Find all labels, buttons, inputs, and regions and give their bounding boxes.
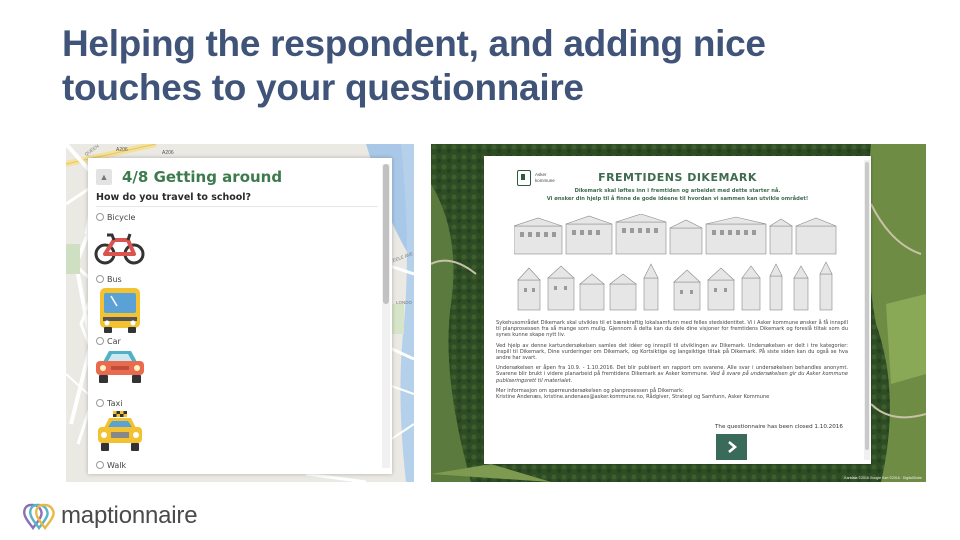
scrollbar-thumb[interactable] [383, 164, 389, 304]
radio-button[interactable] [96, 337, 104, 345]
option-bus[interactable]: Bus [96, 272, 122, 286]
divider [96, 206, 378, 207]
section-title: 4/8 Getting around [122, 168, 283, 186]
option-bicycle[interactable]: Bicycle [96, 210, 135, 224]
brand-name: maptionnaire [61, 502, 198, 529]
closed-notice: The questionnaire has been closed 1.10.2… [715, 424, 843, 430]
question-text: How do you travel to school? [96, 192, 252, 203]
taxi-icon [98, 411, 142, 451]
car-icon [96, 351, 144, 383]
slide-title: Helping the respondent, and adding nice … [62, 22, 922, 110]
option-label: Bicycle [107, 212, 136, 222]
option-label: Taxi [107, 398, 123, 408]
question-panel: ▲ 4/8 Getting around How do you travel t… [88, 158, 392, 474]
map-attribution: Kartdata ©2016 Google Kart ©2016 · Digit… [844, 476, 922, 480]
paragraph-4-line-2: Kristine Andenæs, kristine.andenaes@aske… [496, 394, 770, 401]
slide-title-line-2: touches to your questionnaire [62, 67, 584, 108]
option-walk[interactable]: Walk [96, 458, 126, 472]
paragraph-1: Sykehusområdet Dikemark skal utvikles ti… [496, 320, 848, 339]
slide-title-line-1: Helping the respondent, and adding nice [62, 23, 766, 64]
paragraph-2: Ved hjelp av denne kartundersøkelsen sam… [496, 342, 848, 362]
maptionnaire-logo-icon [23, 503, 55, 530]
chevron-up-icon: ▲ [99, 172, 109, 182]
bus-icon [100, 288, 140, 333]
option-car[interactable]: Car [96, 334, 121, 348]
dikemark-description: Sykehusområdet Dikemark skal utvikles ti… [496, 320, 848, 404]
radio-button[interactable] [96, 461, 104, 469]
radio-button[interactable] [96, 275, 104, 283]
chevron-right-icon [727, 441, 737, 453]
dikemark-title: FREMTIDENS DIKEMARK [598, 171, 757, 184]
subtitle-line-1: Dikemark skal løftes inn i fremtiden og … [574, 188, 781, 194]
dikemark-subtitle: Dikemark skal løftes inn i fremtiden og … [484, 187, 871, 203]
questionnaire-screenshot: A206 A206 QUEEN STEELE AVE LONDO ▲ 4/8 G… [66, 144, 414, 482]
paragraph-3: Undersøkelsen er åpen fra 10.9. - 1.10.2… [496, 365, 848, 384]
map-label-road-2: A206 [162, 150, 174, 156]
option-label: Bus [107, 274, 122, 284]
option-taxi[interactable]: Taxi [96, 396, 122, 410]
panel-scrollbar[interactable] [382, 164, 390, 468]
collapse-button[interactable]: ▲ [96, 169, 112, 185]
option-label: Car [107, 336, 121, 346]
paragraph-4-line-1: Mer informasjon om spørreundersøkelsen o… [496, 387, 684, 394]
next-button[interactable] [716, 434, 747, 460]
dikemark-intro-panel: Asker kommune FREMTIDENS DIKEMARK Dikema… [484, 156, 871, 464]
bicycle-icon [94, 233, 145, 265]
scrollbar-thumb[interactable] [865, 162, 869, 450]
subtitle-line-2: Vi ønsker din hjelp til å finne de gode … [546, 196, 809, 202]
panel-header: ▲ 4/8 Getting around [96, 166, 282, 188]
radio-button[interactable] [96, 399, 104, 407]
map-label-district: LONDO [396, 300, 413, 305]
buildings-illustration [514, 214, 837, 311]
paragraph-4: Mer informasjon om spørreundersøkelsen o… [496, 388, 848, 400]
map-label-road-1: A206 [116, 147, 128, 153]
maptionnaire-brand: maptionnaire [22, 500, 198, 532]
radio-button[interactable] [96, 213, 104, 221]
option-label: Walk [107, 460, 127, 470]
panel-scrollbar[interactable] [864, 160, 870, 460]
dikemark-screenshot: Asker kommune FREMTIDENS DIKEMARK Dikema… [431, 144, 926, 482]
